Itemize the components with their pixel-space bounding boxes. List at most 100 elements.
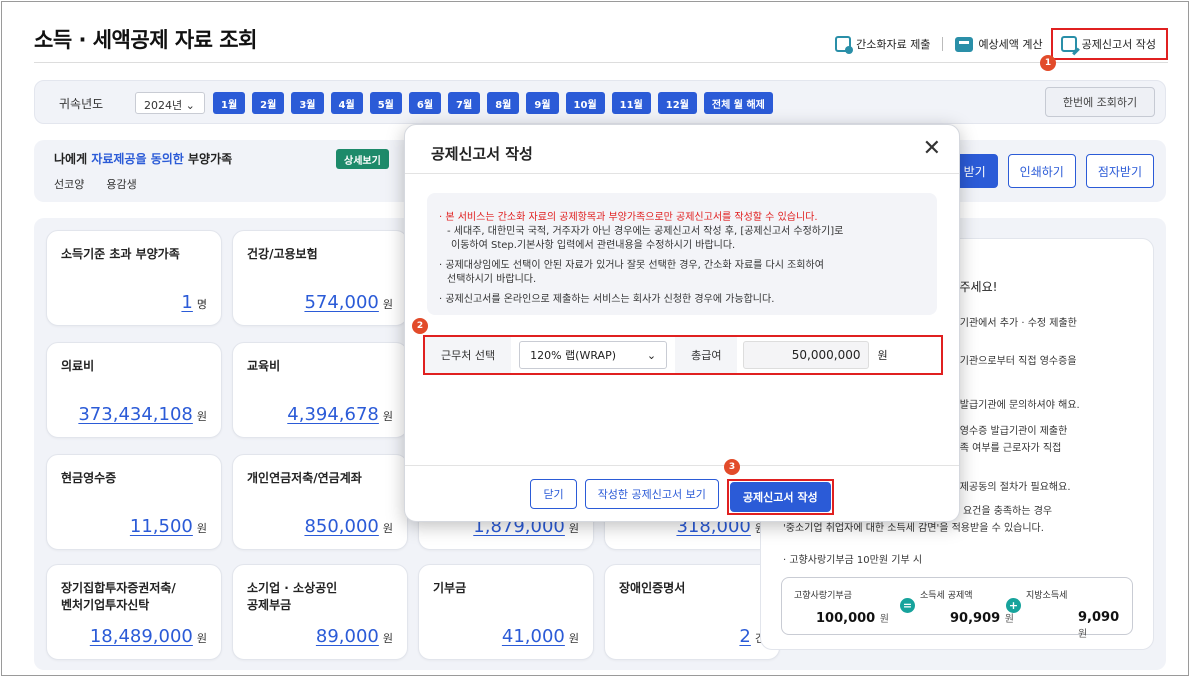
card-unit: 원 — [196, 632, 207, 645]
card-small-business-mutual-aid[interactable]: 소기업 · 소상공인 공제부금 89,000 원 — [232, 564, 408, 660]
dependents-title: 나에게 자료제공을 동의한 부양가족 — [54, 150, 232, 167]
print-button[interactable]: 인쇄하기 — [1007, 154, 1076, 188]
card-amount-link[interactable]: 2 — [739, 626, 750, 647]
card-value: 41,000 원 — [502, 626, 579, 647]
calc-value: 90,909 원 — [950, 610, 1014, 626]
month-button-7[interactable]: 7월 — [448, 92, 481, 114]
card-unit: 원 — [382, 298, 393, 311]
card-amount-link[interactable]: 574,000 — [304, 292, 378, 313]
close-icon[interactable]: ✕ — [923, 137, 941, 161]
calc-value-unit: 원 — [879, 614, 889, 625]
workplace-select-value: 120% 랩(WRAP) — [530, 349, 616, 362]
month-button-8[interactable]: 8월 — [487, 92, 520, 114]
dependent-name: 용감생 — [106, 178, 137, 191]
card-unit: 원 — [196, 522, 207, 535]
month-button-4[interactable]: 4월 — [330, 92, 363, 114]
card-amount-link[interactable]: 373,434,108 — [78, 404, 193, 425]
doc-submit-icon — [835, 36, 854, 54]
close-button[interactable]: 닫기 — [530, 479, 577, 509]
calc-value: 100,000 원 — [816, 610, 889, 626]
guide-text: '중소기업 취업자에 대한 소득세 감면'을 적용받을 수 있습니다. — [783, 523, 1044, 534]
card-donations[interactable]: 기부금 41,000 원 — [418, 564, 594, 660]
salary-unit: 원 — [877, 349, 888, 362]
card-value: 11,500 원 — [130, 516, 207, 537]
notice-line: - 세대주, 대한민국 국적, 거주자가 아닌 경우에는 공제신고서 작성 후,… — [447, 226, 844, 237]
card-amount-link[interactable]: 41,000 — [502, 626, 565, 647]
dependent-names: 선코양 용감생 — [54, 176, 137, 192]
notice-line: · 공제신고서를 온라인으로 제출하는 서비스는 회사가 신청한 경우에 가능합… — [439, 294, 775, 305]
month-button-3[interactable]: 3월 — [291, 92, 324, 114]
year-label: 귀속년도 — [59, 97, 104, 111]
header-links: 간소화자료 제출 예상세액 계산 공제신고서 작성 — [831, 28, 1168, 60]
month-button-2[interactable]: 2월 — [252, 92, 285, 114]
month-button-12[interactable]: 12월 — [657, 92, 697, 114]
card-amount-link[interactable]: 850,000 — [304, 516, 378, 537]
card-label: 소기업 · 소상공인 공제부금 — [247, 581, 338, 612]
card-unit: 원 — [568, 522, 579, 535]
app-window: 소득 · 세액공제 자료 조회 간소화자료 제출 예상세액 계산 공제신고서 작… — [1, 1, 1189, 676]
dependents-actions: 받기 인쇄하기 점자받기 — [951, 154, 1154, 188]
equals-icon: = — [900, 598, 915, 613]
card-amount-link[interactable]: 1 — [181, 292, 192, 313]
month-button-10[interactable]: 10월 — [565, 92, 605, 114]
notice-line: · 본 서비스는 간소화 자료의 공제항목과 부양가족으로만 공제신고서를 작성… — [439, 212, 818, 223]
year-select[interactable]: 2024년 ⌄ — [135, 92, 205, 114]
workplace-select[interactable]: 120% 랩(WRAP) ⌄ — [519, 341, 668, 369]
modal-actions: 닫기 작성한 공제신고서 보기 공제신고서 작성 — [405, 479, 959, 515]
card-unit: 원 — [382, 632, 393, 645]
calculator-icon — [955, 36, 974, 52]
card-label: 소득기준 초과 부양가족 — [61, 247, 180, 261]
card-long-term-fund-savings[interactable]: 장기집합투자증권저축/ 벤처기업투자신탁 18,489,000 원 — [46, 564, 222, 660]
step-marker-1: 1 — [1040, 55, 1056, 71]
view-written-form-button[interactable]: 작성한 공제신고서 보기 — [584, 479, 719, 509]
card-amount-link[interactable]: 11,500 — [130, 516, 193, 537]
clear-all-months-button[interactable]: 전체 월 해제 — [703, 92, 773, 114]
month-button-5[interactable]: 5월 — [369, 92, 402, 114]
card-over-income-dependents[interactable]: 소득기준 초과 부양가족 1명 — [46, 230, 222, 326]
card-value: 89,000 원 — [316, 626, 393, 647]
card-label: 건강/고용보험 — [247, 247, 318, 261]
month-button-6[interactable]: 6월 — [408, 92, 442, 114]
card-disability-certificate[interactable]: 장애인증명서 2건 — [604, 564, 780, 660]
query-once-button[interactable]: 한번에 조회하기 — [1045, 87, 1155, 117]
card-label: 장기집합투자증권저축/ 벤처기업투자신탁 — [61, 581, 176, 612]
card-value: 850,000 원 — [304, 516, 393, 537]
detail-view-button[interactable]: 상세보기 — [336, 149, 389, 169]
salary-field: 50,000,000 — [743, 341, 870, 369]
card-medical-expenses[interactable]: 의료비 373,434,108 원 — [46, 342, 222, 438]
card-amount-link[interactable]: 18,489,000 — [90, 626, 193, 647]
card-amount-link[interactable]: 4,394,678 — [287, 404, 379, 425]
chevron-down-icon: ⌄ — [646, 348, 657, 362]
month-button-9[interactable]: 9월 — [526, 92, 559, 114]
calc-value-num: 90,909 — [950, 611, 1001, 626]
braille-button[interactable]: 점자받기 — [1085, 154, 1154, 188]
card-amount-link[interactable]: 89,000 — [316, 626, 379, 647]
estimate-tax-link[interactable]: 예상세액 계산 — [951, 34, 1046, 54]
write-deduction-form-label: 공제신고서 작성 — [1081, 38, 1156, 51]
modal-divider — [405, 173, 959, 174]
card-health-employment-insurance[interactable]: 건강/고용보험 574,000 원 — [232, 230, 408, 326]
workplace-salary-row: 근무처 선택 120% 랩(WRAP) ⌄ 총급여 50,000,000 원 — [423, 335, 943, 375]
month-button-11[interactable]: 11월 — [611, 92, 651, 114]
write-deduction-form-button[interactable]: 공제신고서 작성 — [729, 482, 831, 512]
calc-value-num: 9,090 — [1078, 610, 1120, 625]
write-deduction-form-link[interactable]: 공제신고서 작성 — [1050, 28, 1168, 60]
hometown-donation-bullet: · 고향사랑기부금 10만원 기부 시 — [783, 555, 923, 566]
year-select-value: 2024년 — [144, 99, 183, 112]
submit-simplified-data-link[interactable]: 간소화자료 제출 — [831, 34, 934, 54]
calc-col-label: 고향사랑기부금 — [794, 591, 852, 601]
plus-icon: + — [1006, 598, 1021, 613]
pen-doc-icon — [1060, 36, 1077, 52]
calc-col-label: 지방소득세 — [1026, 591, 1068, 601]
card-cash-receipts[interactable]: 현금영수증 11,500 원 — [46, 454, 222, 550]
dependents-title-suffix: 부양가족 — [183, 152, 233, 166]
calc-value-unit: 원 — [1078, 629, 1088, 640]
step-marker-2: 2 — [412, 318, 428, 334]
card-value: 1명 — [181, 292, 207, 313]
card-education-expenses[interactable]: 교육비 4,394,678 원 — [232, 342, 408, 438]
month-button-1[interactable]: 1월 — [213, 92, 246, 114]
estimate-tax-label: 예상세액 계산 — [978, 38, 1043, 51]
card-personal-pension[interactable]: 개인연금저축/연금계좌 850,000 원 — [232, 454, 408, 550]
card-label: 기부금 — [433, 581, 467, 595]
notice-line: · 공제대상임에도 선택이 안된 자료가 있거나 잘못 선택한 경우, 간소화 … — [439, 260, 824, 271]
